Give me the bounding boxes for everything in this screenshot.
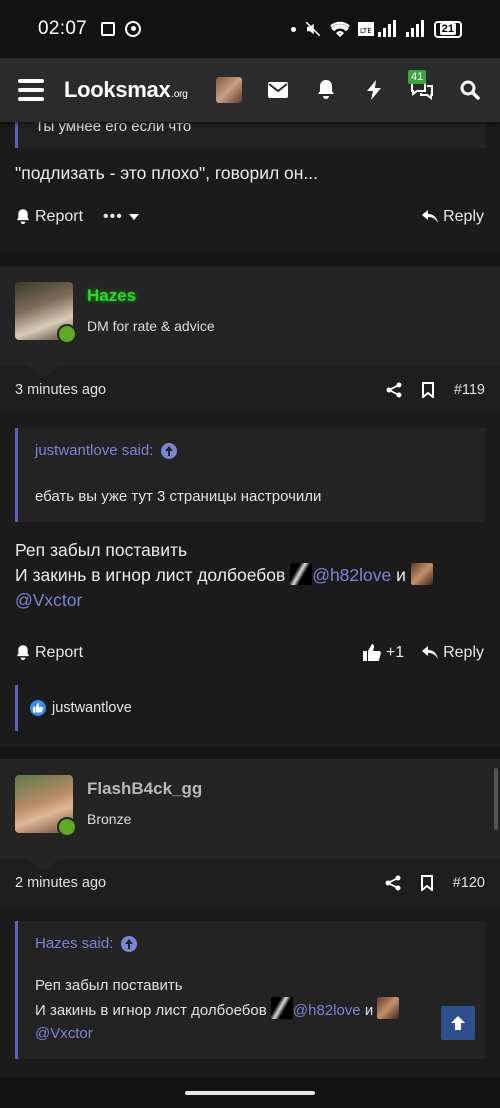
reply-button[interactable]: Reply	[422, 644, 484, 662]
top-navbar: Looksmax .org 41	[0, 58, 500, 122]
bookmark-icon[interactable]	[420, 875, 433, 891]
share-icon[interactable]	[385, 875, 401, 891]
reply-button[interactable]: Reply	[422, 208, 484, 226]
online-indicator	[57, 817, 77, 837]
envelope-icon[interactable]	[266, 78, 290, 102]
like-button[interactable]: +1	[362, 644, 404, 662]
status-time: 02:07	[38, 18, 88, 39]
thumbs-up-icon	[362, 644, 381, 661]
quote-author-row[interactable]: Hazes said:	[35, 935, 468, 952]
quote-text: ебать вы уже тут 3 страницы настрочили	[35, 488, 322, 505]
app-status-icon	[125, 21, 142, 37]
notification-dot-icon	[290, 26, 296, 32]
quote-block: Hazes said: Реп забыл поставить И закинь…	[15, 921, 485, 1059]
svg-text:LTE: LTE	[360, 27, 372, 35]
post-actions: Report ••• Reply	[0, 194, 500, 240]
quote-author: Hazes said:	[35, 935, 114, 952]
status-bar: 02:07 LTE 21	[0, 0, 500, 58]
post-number[interactable]: #120	[453, 875, 485, 891]
author-title: DM for rate & advice	[87, 318, 215, 334]
like-reaction-icon	[30, 700, 46, 716]
author-username[interactable]: Hazes	[87, 286, 215, 306]
mention-avatar	[290, 563, 313, 585]
quote-author: justwantlove said:	[35, 442, 154, 459]
scrollbar[interactable]	[494, 768, 498, 830]
report-button[interactable]: Report	[16, 208, 83, 226]
post-line-2: И закинь в игнор лист долбоебов @h82love…	[15, 563, 485, 588]
arrow-up-circle-icon	[121, 935, 138, 952]
lightning-icon[interactable]	[362, 78, 386, 102]
liked-by-user[interactable]: justwantlove	[52, 700, 132, 716]
bell-icon	[16, 645, 30, 660]
post-actions: Report +1 Reply	[0, 630, 500, 676]
mention-link[interactable]: @Vxctor	[15, 590, 82, 610]
post-meta: 2 minutes ago #120	[0, 859, 500, 907]
arrow-up-circle-icon	[161, 442, 178, 459]
signal-icon	[405, 20, 424, 37]
lte-signal-icon: LTE	[357, 20, 396, 37]
mention-avatar	[270, 997, 293, 1019]
scroll-to-top-button[interactable]	[441, 1006, 475, 1040]
menu-icon[interactable]	[18, 79, 44, 101]
quote-block: Ты умнее его если что	[15, 118, 485, 148]
share-icon[interactable]	[386, 382, 402, 398]
post-time[interactable]: 3 minutes ago	[15, 382, 106, 398]
arrow-up-icon	[451, 1016, 465, 1030]
chevron-down-icon	[128, 214, 139, 220]
author-avatar[interactable]	[15, 282, 77, 344]
mention-link[interactable]: @h82love	[293, 1002, 361, 1019]
site-logo[interactable]: Looksmax .org	[64, 77, 188, 103]
likes-bar[interactable]: justwantlove	[15, 685, 485, 731]
search-icon[interactable]	[458, 78, 482, 102]
user-avatar[interactable]	[216, 77, 242, 103]
post-time[interactable]: 2 minutes ago	[15, 875, 106, 891]
bell-icon	[16, 209, 30, 224]
quote-author-row[interactable]: justwantlove said:	[35, 442, 468, 459]
wifi-icon	[329, 21, 350, 37]
post-meta: 3 minutes ago #119	[0, 366, 500, 414]
bell-icon[interactable]	[314, 78, 338, 102]
online-indicator	[57, 324, 77, 344]
quote-text: Реп забыл поставить И закинь в игнор лис…	[35, 974, 468, 1045]
post-text: "подлизать - это плохо", говорил он...	[15, 163, 319, 183]
mention-avatar	[410, 563, 433, 585]
post-line-1: Реп забыл поставить	[15, 540, 188, 560]
post-number[interactable]: #119	[454, 382, 485, 398]
mention-link[interactable]: @h82love	[312, 565, 391, 585]
post-author-header: FlashB4ck_gg Bronze	[0, 759, 500, 871]
home-indicator[interactable]	[185, 1091, 315, 1095]
author-title: Bronze	[87, 811, 132, 827]
post-text: Реп забыл поставить И закинь в игнор лис…	[0, 538, 500, 613]
author-avatar[interactable]	[15, 775, 77, 837]
chat-icon[interactable]: 41	[408, 70, 434, 102]
report-button[interactable]: Report	[16, 644, 83, 662]
battery-icon: 21	[433, 20, 462, 38]
mute-icon	[305, 21, 321, 37]
post-author-header: Hazes DM for rate & advice	[0, 266, 500, 378]
chat-badge: 41	[408, 70, 427, 84]
reply-icon	[422, 210, 439, 223]
quote-block: justwantlove said: ебать вы уже тут 3 ст…	[15, 428, 485, 522]
author-username[interactable]: FlashB4ck_gg	[87, 779, 202, 799]
screenshot-icon	[101, 22, 116, 36]
mention-avatar	[377, 997, 400, 1019]
more-options-button[interactable]: •••	[103, 208, 139, 226]
mention-link[interactable]: @Vxctor	[35, 1025, 93, 1042]
reply-icon	[422, 646, 439, 659]
bookmark-icon[interactable]	[421, 382, 434, 398]
